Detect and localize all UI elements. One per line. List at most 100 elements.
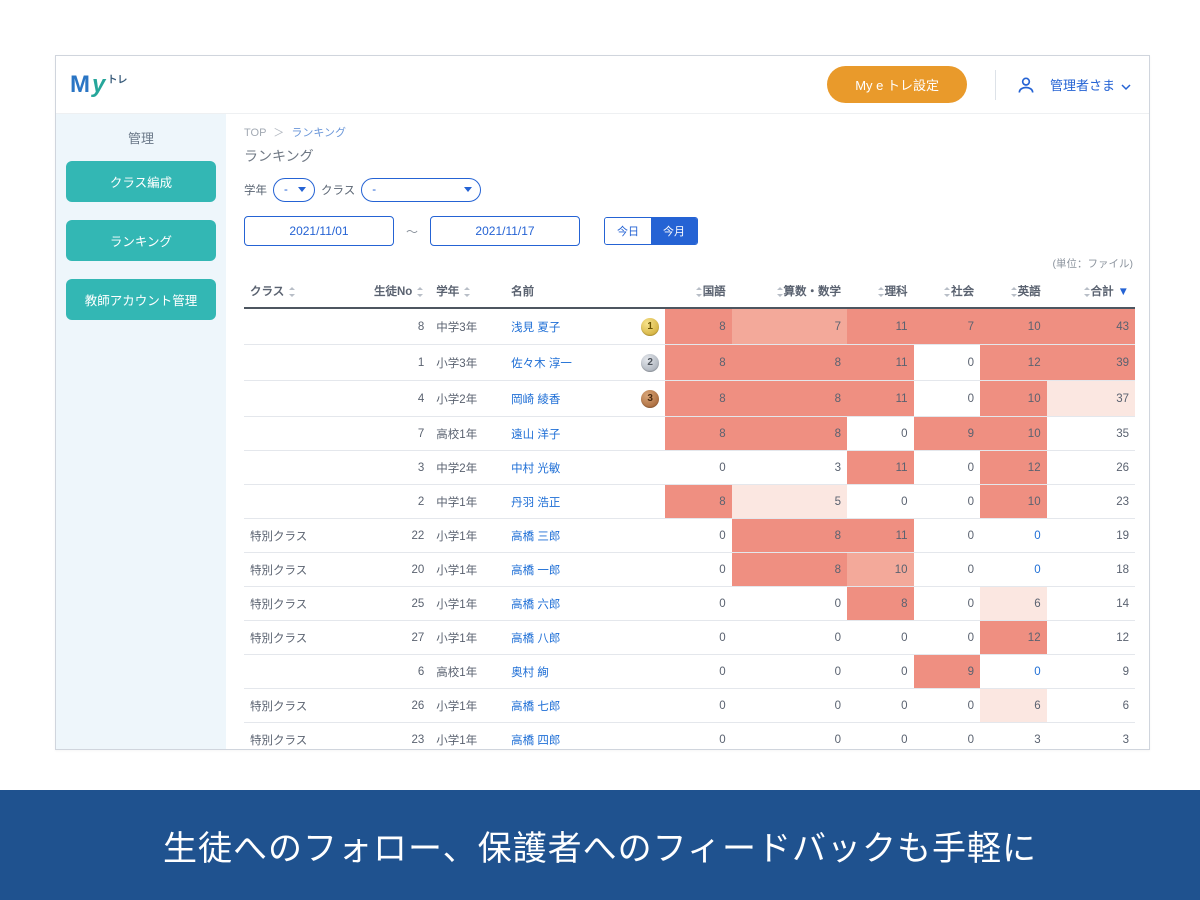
cell: 26 — [342, 689, 430, 723]
sort-icon — [416, 287, 424, 297]
col-grade[interactable]: 学年 — [430, 275, 505, 308]
date-from-input[interactable]: 2021/11/01 — [244, 216, 394, 246]
col-name[interactable]: 名前 — [505, 275, 635, 308]
student-name[interactable]: 遠山 洋子 — [505, 417, 635, 451]
col-shakai[interactable]: 社会 — [914, 275, 981, 308]
student-name[interactable]: 丹羽 浩正 — [505, 485, 635, 519]
class-select[interactable]: - — [361, 178, 481, 202]
medal-cell — [635, 417, 665, 451]
main-content: TOP ＞ ランキング ランキング 学年 - クラス - — [226, 114, 1149, 749]
sort-icon — [695, 287, 703, 297]
cell: 19 — [1047, 519, 1135, 553]
seg-today[interactable]: 今日 — [605, 218, 651, 244]
table-row[interactable]: 2中学1年丹羽 浩正85001023 — [244, 485, 1135, 519]
col-class[interactable]: クラス — [244, 275, 342, 308]
student-name[interactable]: 高橋 三郎 — [505, 519, 635, 553]
student-name[interactable]: 高橋 八郎 — [505, 621, 635, 655]
cell — [244, 381, 342, 417]
cell: 特別クラス — [244, 587, 342, 621]
user-dropdown[interactable]: 管理者さま — [1050, 75, 1131, 94]
user-label: 管理者さま — [1050, 75, 1115, 94]
cell: 8 — [847, 587, 914, 621]
table-row[interactable]: 4小学2年岡崎 綾香3881101037 — [244, 381, 1135, 417]
medal-cell — [635, 451, 665, 485]
sidebar-item-ranking[interactable]: ランキング — [66, 220, 216, 261]
cell: 特別クラス — [244, 519, 342, 553]
col-total[interactable]: 合計▼ — [1047, 275, 1135, 308]
cell: 1 — [342, 345, 430, 381]
cell: 8 — [665, 417, 732, 451]
cell: 25 — [342, 587, 430, 621]
cell: 3 — [980, 723, 1047, 750]
col-kokugo[interactable]: 国語 — [665, 275, 732, 308]
table-row[interactable]: 3中学2年中村 光敏031101226 — [244, 451, 1135, 485]
table-row[interactable]: 特別クラス22小学1年高橋 三郎08110019 — [244, 519, 1135, 553]
seg-month[interactable]: 今月 — [651, 218, 697, 244]
medal-cell — [635, 519, 665, 553]
cell: 7 — [732, 308, 847, 345]
settings-button[interactable]: My e トレ設定 — [827, 66, 967, 103]
cell: 8 — [732, 345, 847, 381]
cell: 小学1年 — [430, 519, 505, 553]
cell: 小学1年 — [430, 621, 505, 655]
sidebar-item-class[interactable]: クラス編成 — [66, 161, 216, 202]
cell: 10 — [847, 553, 914, 587]
table-row[interactable]: 特別クラス20小学1年高橋 一郎08100018 — [244, 553, 1135, 587]
col-eigo[interactable]: 英語 — [980, 275, 1047, 308]
student-name[interactable]: 高橋 四郎 — [505, 723, 635, 750]
cell: 特別クラス — [244, 689, 342, 723]
cell: 12 — [980, 345, 1047, 381]
student-name[interactable]: 浅見 夏子 — [505, 308, 635, 345]
cell: 中学1年 — [430, 485, 505, 519]
sort-icon — [463, 287, 471, 297]
student-name[interactable]: 奥村 絢 — [505, 655, 635, 689]
cell: 0 — [732, 655, 847, 689]
student-name[interactable]: 高橋 一郎 — [505, 553, 635, 587]
cell: 39 — [1047, 345, 1135, 381]
logo-m: M — [70, 71, 90, 99]
medal-cell — [635, 587, 665, 621]
breadcrumb-top[interactable]: TOP — [244, 127, 266, 139]
col-rika[interactable]: 理科 — [847, 275, 914, 308]
cell: 0 — [914, 553, 981, 587]
cell: 小学3年 — [430, 345, 505, 381]
student-name[interactable]: 岡崎 綾香 — [505, 381, 635, 417]
table-row[interactable]: 1小学3年佐々木 淳一2881101239 — [244, 345, 1135, 381]
cell: 8 — [665, 485, 732, 519]
breadcrumb: TOP ＞ ランキング — [244, 124, 1135, 140]
table-row[interactable]: 7高校1年遠山 洋子88091035 — [244, 417, 1135, 451]
sort-icon — [1083, 287, 1091, 297]
grade-select[interactable]: - — [273, 178, 315, 202]
table-row[interactable]: 特別クラス25小学1年高橋 六郎0080614 — [244, 587, 1135, 621]
header: M y トレ My e トレ設定 管理者さま — [56, 56, 1149, 114]
cell: 10 — [980, 381, 1047, 417]
cell: 8 — [342, 308, 430, 345]
student-name[interactable]: 佐々木 淳一 — [505, 345, 635, 381]
student-name[interactable]: 高橋 七郎 — [505, 689, 635, 723]
table-row[interactable]: 6高校1年奥村 絢000909 — [244, 655, 1135, 689]
cell: 11 — [847, 308, 914, 345]
cell: 35 — [1047, 417, 1135, 451]
cell: 特別クラス — [244, 723, 342, 750]
table-row[interactable]: 特別クラス26小学1年高橋 七郎000066 — [244, 689, 1135, 723]
col-student-no[interactable]: 生徒No — [342, 275, 430, 308]
cell: 43 — [1047, 308, 1135, 345]
sidebar-item-teacher[interactable]: 教師アカウント管理 — [66, 279, 216, 320]
student-name[interactable]: 中村 光敏 — [505, 451, 635, 485]
cell — [244, 345, 342, 381]
student-name[interactable]: 高橋 六郎 — [505, 587, 635, 621]
medal-1-icon: 1 — [641, 318, 659, 336]
cell — [244, 417, 342, 451]
chevron-down-icon — [1121, 80, 1131, 90]
table-row[interactable]: 特別クラス23小学1年高橋 四郎000033 — [244, 723, 1135, 750]
cell: 23 — [1047, 485, 1135, 519]
cell: 9 — [914, 417, 981, 451]
cell: 12 — [980, 621, 1047, 655]
col-sansu[interactable]: 算数・数学 — [732, 275, 847, 308]
table-row[interactable]: 8中学3年浅見 夏子1871171043 — [244, 308, 1135, 345]
table-row[interactable]: 特別クラス27小学1年高橋 八郎00001212 — [244, 621, 1135, 655]
medal-cell — [635, 723, 665, 750]
cell: 22 — [342, 519, 430, 553]
date-to-input[interactable]: 2021/11/17 — [430, 216, 580, 246]
cell: 0 — [847, 417, 914, 451]
